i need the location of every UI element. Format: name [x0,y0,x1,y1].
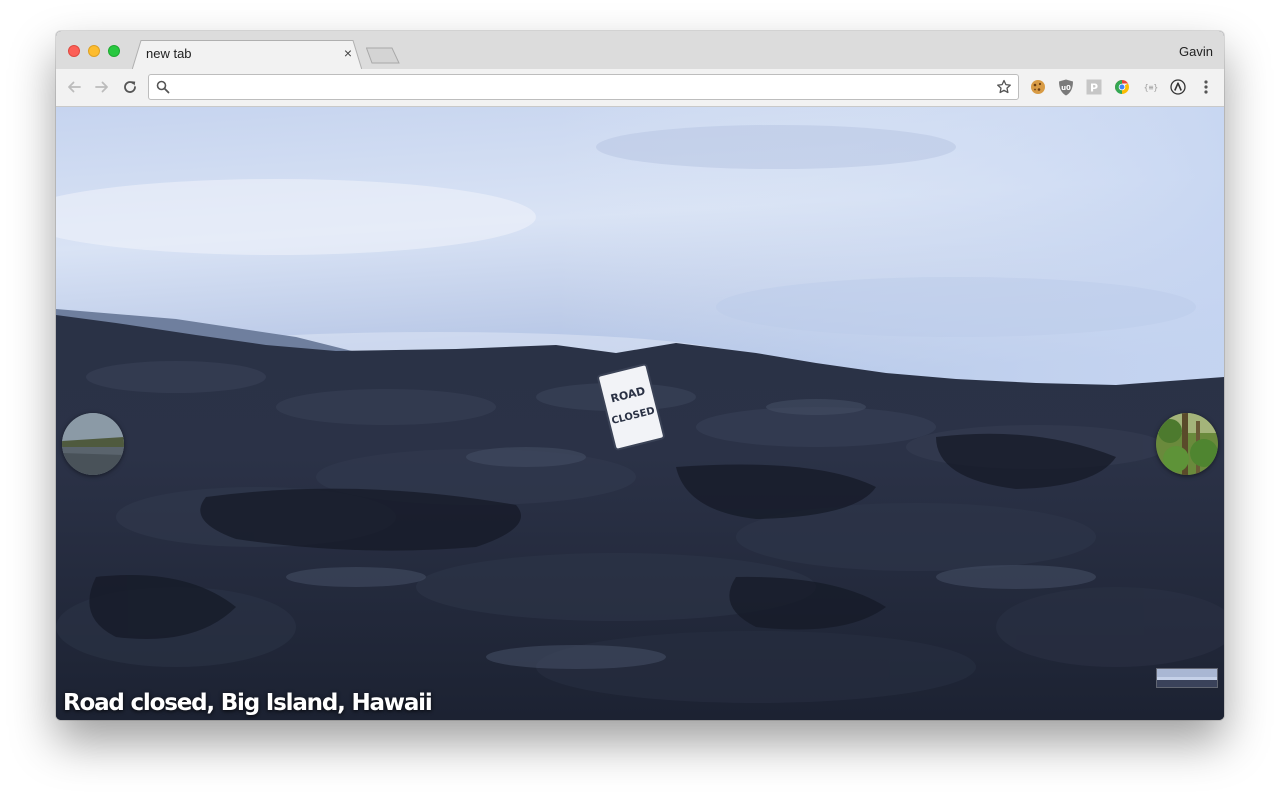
address-input[interactable] [177,77,991,99]
window-minimize-button[interactable] [88,45,100,57]
chrome-color-icon[interactable] [1113,78,1131,96]
toolbar: u0 P {≡} [56,69,1224,107]
next-photo-button[interactable] [1156,413,1218,475]
svg-text:u0: u0 [1061,84,1071,92]
address-bar[interactable] [148,74,1019,100]
kebab-menu-icon [1204,80,1208,94]
photo-caption[interactable]: Road closed, Big Island, Hawaii [63,690,433,716]
previous-photo-thumbnail [62,413,124,475]
new-tab-button[interactable] [366,47,400,64]
photo-info-thumbnail[interactable] [1156,668,1218,688]
window-maximize-button[interactable] [108,45,120,57]
back-button[interactable] [64,77,84,97]
tab-close-button[interactable]: × [340,45,356,61]
arc-icon[interactable] [1169,78,1187,96]
previous-photo-button[interactable] [62,413,124,475]
forward-button[interactable] [92,77,112,97]
window-close-button[interactable] [68,45,80,57]
reload-button[interactable] [120,77,140,97]
next-photo-thumbnail [1156,413,1218,475]
p-extension-icon[interactable]: P [1085,78,1103,96]
forward-arrow-icon [95,81,108,93]
back-arrow-icon [68,81,81,93]
bookmark-star-icon[interactable] [996,79,1012,95]
background-photo: ROAD CLOSED [56,107,1224,720]
search-icon [156,80,170,94]
svg-text:P: P [1090,82,1098,95]
svg-text:{≡}: {≡} [1144,83,1158,92]
cookie-icon[interactable] [1029,78,1047,96]
browser-menu-button[interactable] [1197,78,1215,96]
new-tab-page: ROAD CLOSED Road closed, Big Island, Haw… [56,107,1224,720]
json-viewer-icon[interactable]: {≡} [1141,78,1161,96]
tab-title: new tab [146,46,192,61]
browser-window: new tab × Gavin u0 P {≡} ROAD CLOSED Roa… [56,31,1224,720]
profile-name[interactable]: Gavin [1179,44,1213,59]
reload-icon [124,81,136,93]
ublock-icon[interactable]: u0 [1057,78,1075,96]
title-bar: new tab × Gavin [56,31,1224,70]
